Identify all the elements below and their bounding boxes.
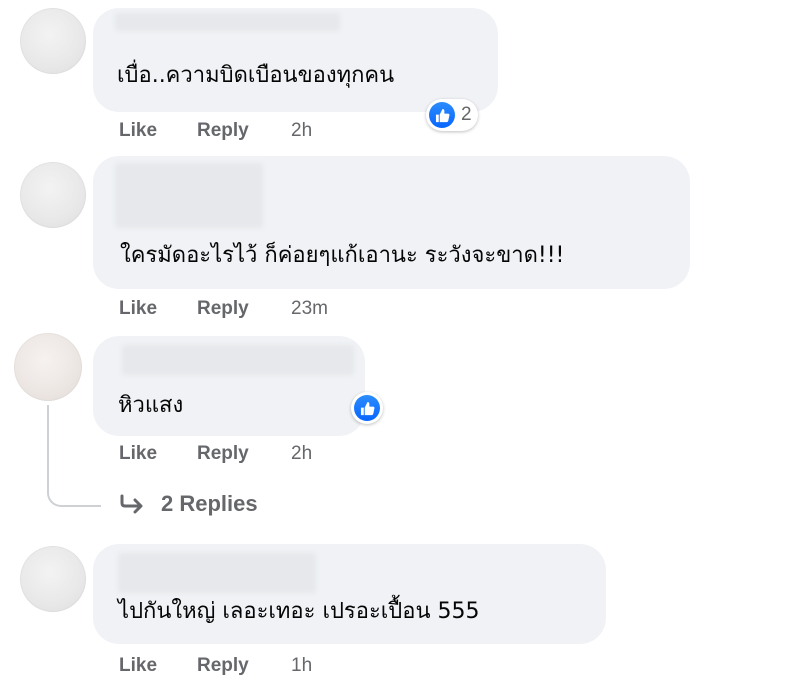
reaction-count[interactable]: 2	[426, 99, 478, 131]
view-replies-link[interactable]: 2 Replies	[119, 491, 258, 517]
timestamp[interactable]: 2h	[291, 443, 312, 465]
thread-connector	[47, 405, 101, 507]
author-name-blurred[interactable]	[118, 553, 316, 593]
like-button[interactable]: Like	[119, 120, 157, 142]
avatar[interactable]	[20, 8, 86, 74]
like-button[interactable]: Like	[119, 443, 157, 465]
reply-button[interactable]: Reply	[197, 655, 249, 677]
replies-label: 2 Replies	[161, 491, 258, 516]
avatar[interactable]	[20, 546, 86, 612]
author-name-blurred[interactable]	[115, 163, 263, 228]
like-button[interactable]: Like	[119, 655, 157, 677]
comment-text: เบื่อ..ความบิดเบือนของทุกคน	[117, 63, 395, 88]
timestamp[interactable]: 2h	[291, 120, 312, 142]
thumbs-up-icon	[429, 102, 455, 128]
comment-text: ไปกันใหญ่ เลอะเทอะ เปรอะเปื้อน 555	[118, 599, 480, 624]
reply-button[interactable]: Reply	[197, 443, 249, 465]
timestamp[interactable]: 1h	[291, 655, 312, 677]
thumbs-up-icon	[354, 395, 380, 421]
reply-arrow-icon	[120, 494, 143, 514]
author-name-blurred[interactable]	[122, 345, 354, 375]
avatar[interactable]	[20, 162, 86, 228]
comment-text: หิวแสง	[118, 393, 184, 418]
reaction-count-number: 2	[461, 104, 472, 125]
timestamp[interactable]: 23m	[291, 298, 328, 320]
avatar[interactable]	[14, 333, 82, 401]
reply-button[interactable]: Reply	[197, 120, 249, 142]
reply-button[interactable]: Reply	[197, 298, 249, 320]
comment-text: ใครมัดอะไรไว้ ก็ค่อยๆแก้เอานะ ระวังจะขาด…	[120, 243, 565, 268]
like-button[interactable]: Like	[119, 298, 157, 320]
author-name-blurred[interactable]	[115, 13, 340, 31]
reaction-icon[interactable]	[351, 392, 383, 424]
